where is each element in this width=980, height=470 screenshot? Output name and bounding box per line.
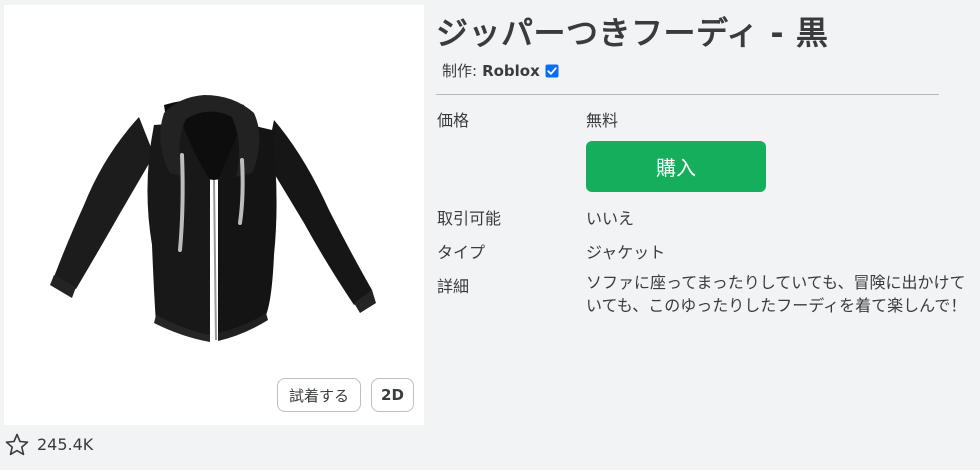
verified-badge-icon [545, 64, 559, 77]
creator-line: 制作: Roblox [442, 60, 559, 81]
view-2d-button[interactable]: 2D [371, 378, 414, 412]
price-value: 無料 [586, 111, 619, 130]
creator-name-link[interactable]: Roblox [482, 62, 540, 80]
favorite-row: 245.4K [5, 433, 93, 456]
item-title: ジッパーつきフーディ - 黒 [436, 14, 829, 52]
type-label: タイプ [437, 243, 486, 262]
details-divider [436, 94, 939, 95]
price-label: 価格 [437, 111, 470, 130]
creator-prefix: 制作: [442, 62, 478, 80]
item-thumbnail-panel: 試着する 2D [4, 5, 424, 425]
description-label: 詳細 [437, 277, 470, 296]
type-value: ジャケット [586, 243, 666, 262]
description-text: ソファに座ってまったりしていても、冒険に出かけていても、このゆったりしたフーディ… [586, 273, 967, 315]
tradable-value: いいえ [586, 209, 635, 228]
hoodie-image [50, 95, 376, 342]
favorite-count: 245.4K [37, 435, 94, 454]
buy-button[interactable]: 購入 [586, 141, 766, 192]
star-icon[interactable] [5, 433, 29, 456]
try-on-button[interactable]: 試着する [277, 378, 361, 412]
tradable-label: 取引可能 [437, 209, 502, 228]
